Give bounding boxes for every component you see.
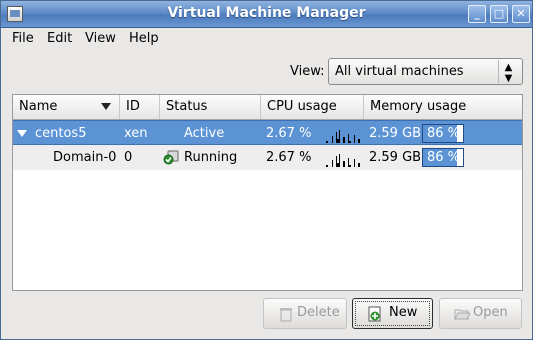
- menu-file[interactable]: File: [12, 31, 34, 46]
- vm-id: xen: [124, 126, 148, 141]
- vm-cpu: 2.67 %: [266, 126, 312, 141]
- chevron-updown-icon: ▲ ▼: [498, 60, 518, 84]
- menu-help[interactable]: Help: [129, 31, 159, 46]
- new-button[interactable]: New: [352, 298, 433, 329]
- vm-status: Active: [184, 126, 225, 141]
- view-filter-dropdown[interactable]: All virtual machines ▲ ▼: [328, 58, 523, 85]
- vm-cpu: 2.67 %: [266, 150, 312, 165]
- close-button[interactable]: ✕: [512, 5, 530, 23]
- column-header-memory[interactable]: Memory usage: [364, 95, 522, 119]
- delete-button-label: Delete: [297, 305, 340, 320]
- list-header: Name ID Status CPU usage Memory usage: [13, 95, 522, 120]
- main-window: Virtual Machine Manager _ □ ✕ File Edit …: [0, 0, 533, 340]
- vm-id: 0: [124, 150, 133, 165]
- open-button-label: Open: [473, 305, 508, 320]
- table-row[interactable]: centos5 xen Active 2.67 % 2.59 GB 86 %: [13, 120, 522, 145]
- vm-name: centos5: [35, 126, 87, 141]
- cpu-sparkline: [322, 130, 364, 143]
- view-filter-value: All virtual machines: [335, 64, 464, 79]
- folder-open-icon: [454, 309, 470, 320]
- table-row[interactable]: Domain-0 0 Running 2.67 % 2.59 GB 86 %: [13, 145, 522, 170]
- vm-name: Domain-0: [53, 150, 117, 165]
- expander-arrow-icon[interactable]: [17, 130, 27, 137]
- view-filter-label: View:: [290, 64, 325, 79]
- memory-usage-label: 86 %: [427, 126, 461, 141]
- vm-list[interactable]: Name ID Status CPU usage Memory usage ce…: [12, 94, 523, 291]
- new-document-icon: [368, 306, 381, 322]
- vm-status: Running: [184, 150, 238, 165]
- title-bar[interactable]: Virtual Machine Manager _ □ ✕: [1, 1, 532, 28]
- column-header-cpu[interactable]: CPU usage: [261, 95, 364, 119]
- memory-usage-bar: 86 %: [422, 124, 464, 143]
- column-header-id[interactable]: ID: [120, 95, 160, 119]
- vm-memory: 2.59 GB: [369, 126, 422, 141]
- menu-edit[interactable]: Edit: [47, 31, 72, 46]
- maximize-button[interactable]: □: [490, 5, 508, 23]
- cpu-sparkline: [322, 154, 364, 167]
- trash-icon: [280, 308, 292, 322]
- minimize-button[interactable]: _: [468, 5, 486, 23]
- menu-view[interactable]: View: [85, 31, 116, 46]
- window-title: Virtual Machine Manager: [167, 5, 366, 21]
- memory-usage-label: 86 %: [427, 150, 461, 165]
- new-button-label: New: [389, 305, 418, 320]
- sort-descending-icon: [101, 103, 111, 110]
- menu-bar: File Edit View Help: [1, 28, 532, 50]
- column-header-name-label: Name: [19, 99, 58, 114]
- delete-button[interactable]: Delete: [263, 298, 347, 329]
- running-status-icon: [163, 150, 179, 165]
- column-header-status[interactable]: Status: [160, 95, 261, 119]
- vm-memory: 2.59 GB: [369, 150, 422, 165]
- column-header-name[interactable]: Name: [13, 95, 120, 119]
- memory-usage-bar: 86 %: [422, 148, 464, 167]
- open-button[interactable]: Open: [439, 298, 522, 329]
